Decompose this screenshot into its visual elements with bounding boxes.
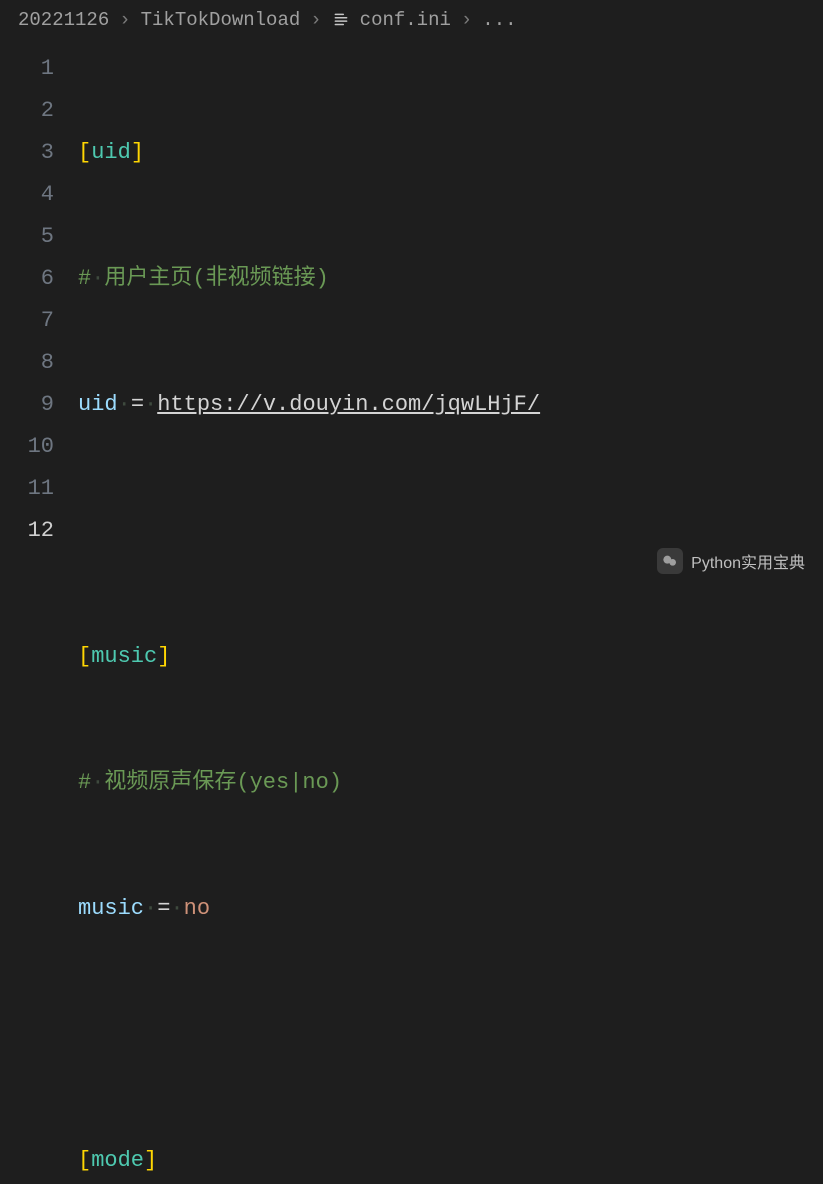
wechat-icon <box>657 548 683 574</box>
whitespace-dot: · <box>91 266 104 291</box>
breadcrumb-more[interactable]: ... <box>482 9 516 31</box>
ini-key: uid <box>78 392 118 417</box>
watermark-text: Python实用宝典 <box>691 549 805 573</box>
chevron-right-icon: › <box>461 9 472 31</box>
comment-text: 用户主页(非视频链接) <box>104 266 328 291</box>
bracket-close: ] <box>131 140 144 165</box>
whitespace-dot: · <box>144 392 157 417</box>
line-number-active: 12 <box>0 510 78 552</box>
line-number: 3 <box>0 132 78 174</box>
section-name: mode <box>91 1148 144 1173</box>
line-number: 10 <box>0 426 78 468</box>
code-line[interactable]: music·=·no <box>78 888 823 930</box>
whitespace-dot: · <box>118 392 131 417</box>
bracket-close: ] <box>157 644 170 669</box>
watermark: Python实用宝典 <box>657 548 805 574</box>
breadcrumb-part-2[interactable]: TikTokDownload <box>141 9 301 31</box>
code-line[interactable]: [mode] <box>78 1140 823 1182</box>
line-number: 4 <box>0 174 78 216</box>
line-number: 1 <box>0 48 78 90</box>
chevron-right-icon: › <box>119 9 130 31</box>
line-number: 5 <box>0 216 78 258</box>
line-number: 7 <box>0 300 78 342</box>
ini-value: no <box>184 896 210 921</box>
equals-sign: = <box>157 896 170 921</box>
line-number-gutter: 1 2 3 4 5 6 7 8 9 10 11 12 <box>0 40 78 592</box>
url-value[interactable]: https://v.douyin.com/jqwLHjF/ <box>157 392 540 417</box>
whitespace-dot: · <box>91 770 104 795</box>
line-number: 2 <box>0 90 78 132</box>
whitespace-dot: · <box>170 896 183 921</box>
bracket-open: [ <box>78 1148 91 1173</box>
code-editor[interactable]: 1 2 3 4 5 6 7 8 9 10 11 12 [uid] #·用户主页(… <box>0 40 823 592</box>
code-line[interactable]: #·视频原声保存(yes|no) <box>78 762 823 804</box>
section-name: uid <box>91 140 131 165</box>
equals-sign: = <box>131 392 144 417</box>
code-area[interactable]: [uid] #·用户主页(非视频链接) uid·=·https://v.douy… <box>78 40 823 592</box>
line-number: 11 <box>0 468 78 510</box>
code-line[interactable]: uid·=·https://v.douyin.com/jqwLHjF/ <box>78 384 823 426</box>
code-line[interactable]: [music] <box>78 636 823 678</box>
code-line[interactable]: [uid] <box>78 132 823 174</box>
section-name: music <box>91 644 157 669</box>
line-number: 8 <box>0 342 78 384</box>
comment-hash: # <box>78 266 91 291</box>
bracket-open: [ <box>78 140 91 165</box>
comment-hash: # <box>78 770 91 795</box>
bracket-close: ] <box>144 1148 157 1173</box>
code-line[interactable]: #·用户主页(非视频链接) <box>78 258 823 300</box>
code-line-empty[interactable] <box>78 1014 823 1056</box>
chevron-right-icon: › <box>310 9 321 31</box>
code-line-empty[interactable] <box>78 510 823 552</box>
line-number: 6 <box>0 258 78 300</box>
breadcrumb-file[interactable]: conf.ini <box>360 9 451 31</box>
breadcrumb-part-1[interactable]: 20221126 <box>18 9 109 31</box>
breadcrumb[interactable]: 20221126 › TikTokDownload › conf.ini › .… <box>0 0 823 40</box>
line-number: 9 <box>0 384 78 426</box>
ini-key: music <box>78 896 144 921</box>
comment-text: 视频原声保存(yes|no) <box>104 770 342 795</box>
file-icon <box>332 11 350 29</box>
whitespace-dot: · <box>144 896 157 921</box>
bracket-open: [ <box>78 644 91 669</box>
